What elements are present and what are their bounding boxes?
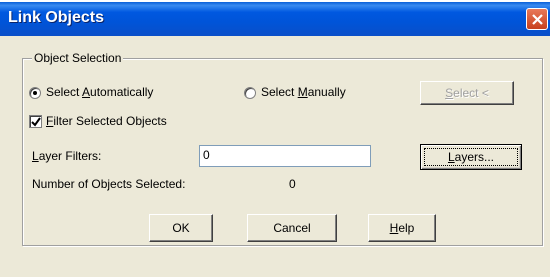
filter-selected-objects-label[interactable]: Filter Selected Objects — [46, 114, 167, 128]
layers-button[interactable]: Layers... — [420, 144, 522, 170]
objects-selected-count: 0 — [289, 177, 296, 191]
radio-label-automatically[interactable]: Select Automatically — [46, 85, 153, 99]
radio-select-manually[interactable] — [244, 87, 256, 99]
window-title: Link Objects — [8, 9, 105, 26]
radio-select-automatically[interactable] — [29, 87, 41, 99]
cancel-button[interactable]: Cancel — [247, 214, 337, 242]
close-button[interactable] — [526, 8, 548, 30]
dialog-client: Object Selection Select Automatically Se… — [6, 36, 550, 277]
layer-filters-label: Layer Filters: — [32, 149, 102, 163]
close-icon — [532, 14, 543, 25]
select-button[interactable]: Select < — [420, 81, 514, 105]
help-button[interactable]: Help — [368, 214, 436, 242]
title-bar[interactable]: Link Objects — [0, 0, 550, 36]
group-label: Object Selection — [32, 51, 124, 65]
filter-selected-objects-checkbox[interactable] — [29, 115, 42, 128]
radio-selected-dot — [33, 91, 37, 95]
focus-rect — [424, 148, 518, 166]
layer-filters-input[interactable]: 0 — [199, 145, 371, 167]
objects-selected-label: Number of Objects Selected: — [32, 177, 186, 191]
radio-label-manually[interactable]: Select Manually — [261, 85, 346, 99]
checkmark-icon — [31, 117, 41, 127]
ok-button[interactable]: OK — [149, 214, 213, 242]
